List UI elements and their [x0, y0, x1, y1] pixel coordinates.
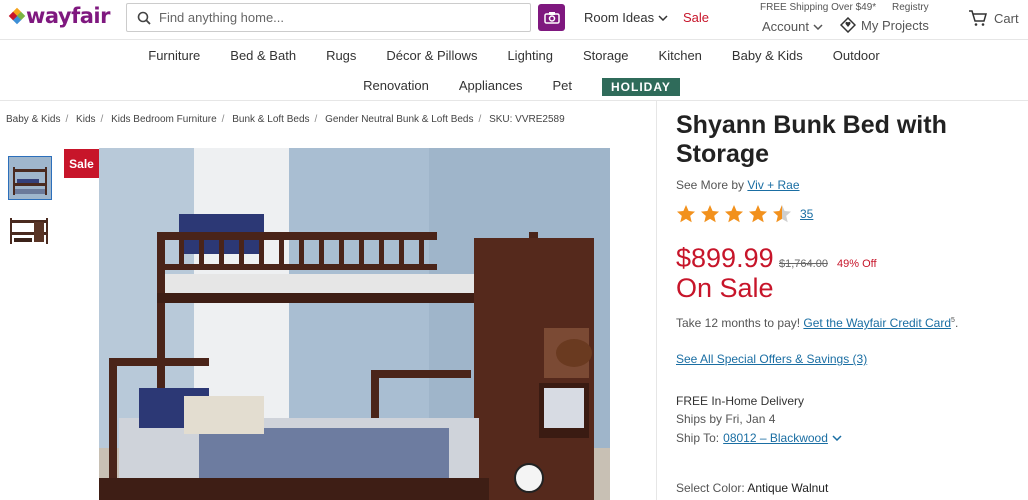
room-ideas-menu[interactable]: Room Ideas [584, 10, 668, 25]
credit-card-link[interactable]: Get the Wayfair Credit Card [803, 316, 951, 330]
star-rating-icon [677, 205, 791, 223]
thumbnail-image [8, 210, 50, 252]
breadcrumb-separator: / [100, 114, 104, 125]
nav-item-outdoor[interactable]: Outdoor [818, 48, 895, 63]
breadcrumb-item[interactable]: Kids Bedroom Furniture [111, 114, 217, 125]
camera-icon [543, 12, 560, 24]
logo-text: wayfair [26, 4, 110, 28]
breadcrumb-item[interactable]: Baby & Kids [6, 114, 60, 125]
bunk-bed-photo [99, 148, 610, 500]
breadcrumb-separator: / [65, 114, 69, 125]
product-title: Shyann Bunk Bed with Storage [676, 111, 947, 168]
sale-link[interactable]: Sale [683, 10, 709, 25]
nav-item-kitchen[interactable]: Kitchen [644, 48, 717, 63]
delivery-text: FREE In-Home Delivery [676, 394, 805, 408]
chevron-down-icon [658, 14, 668, 21]
free-shipping-text: FREE Shipping Over $49* [760, 2, 877, 13]
credit-offer: Take 12 months to pay! Get the Wayfair C… [676, 316, 958, 330]
breadcrumb-separator: / [221, 114, 225, 125]
see-more-prefix: See More by [676, 178, 745, 192]
cart-label: Cart [994, 10, 1019, 26]
rating-count-link[interactable]: 35 [800, 207, 813, 221]
nav-item-renovation[interactable]: Renovation [348, 78, 444, 96]
rating-stars[interactable]: 35 [676, 204, 813, 224]
my-projects-link[interactable]: My Projects [840, 17, 929, 33]
search-icon [137, 11, 151, 25]
category-nav-row-2: Renovation Appliances Pet HOLIDAY [0, 78, 1028, 96]
search-bar [126, 3, 531, 32]
breadcrumb-item[interactable]: Gender Neutral Bunk & Loft Beds [325, 114, 473, 125]
logo-pinwheel-icon [8, 7, 26, 25]
select-color-label: Select Color: [676, 481, 745, 495]
sku-text: SKU: VVRE2589 [489, 114, 565, 125]
credit-suffix: . [954, 316, 959, 330]
nav-item-storage[interactable]: Storage [568, 48, 644, 63]
ships-by-text: Ships by Fri, Jan 4 [676, 412, 776, 426]
ship-to: Ship To: 08012 – Blackwood [676, 431, 842, 445]
original-price: $1,764.00 [779, 258, 828, 270]
nav-item-pet[interactable]: Pet [537, 78, 587, 96]
breadcrumb-separator: / [314, 114, 318, 125]
nav-item-holiday[interactable]: HOLIDAY [602, 78, 680, 96]
column-divider [656, 101, 657, 500]
select-color-value: Antique Walnut [747, 481, 829, 495]
product-main-image[interactable] [99, 148, 610, 500]
credit-prefix: Take 12 months to pay! [676, 316, 801, 330]
nav-item-lighting[interactable]: Lighting [492, 48, 568, 63]
sale-badge: Sale [64, 149, 99, 178]
breadcrumb-item[interactable]: Bunk & Loft Beds [232, 114, 309, 125]
on-sale-label: On Sale [676, 273, 774, 303]
ship-to-zip-link[interactable]: 08012 – Blackwood [723, 431, 828, 445]
account-menu[interactable]: Account [762, 19, 823, 34]
breadcrumb-item[interactable]: Kids [76, 114, 95, 125]
see-more-by: See More by Viv + Rae [676, 178, 800, 192]
thumbnail-1[interactable] [8, 156, 52, 200]
nav-item-furniture[interactable]: Furniture [133, 48, 215, 63]
thumbnail-image [9, 157, 51, 199]
registry-link[interactable]: Registry [892, 2, 929, 13]
special-offers-link[interactable]: See All Special Offers & Savings (3) [676, 352, 867, 366]
wayfair-logo[interactable]: wayfair [8, 4, 110, 28]
chevron-down-icon [813, 23, 823, 30]
breadcrumb: Baby & Kids / Kids / Kids Bedroom Furnitur… [6, 114, 565, 125]
nav-item-bed-bath[interactable]: Bed & Bath [215, 48, 311, 63]
cart-button[interactable]: Cart [968, 9, 1019, 27]
breadcrumb-separator: / [478, 114, 482, 125]
sale-price: $899.99 [676, 243, 774, 273]
brand-link[interactable]: Viv + Rae [747, 178, 799, 192]
percent-off: 49% Off [837, 258, 877, 270]
search-input[interactable] [159, 4, 519, 31]
nav-item-baby-kids[interactable]: Baby & Kids [717, 48, 818, 63]
category-nav-row-1: Furniture Bed & Bath Rugs Décor & Pillow… [0, 48, 1028, 63]
projects-icon [840, 17, 856, 33]
cart-icon [969, 10, 987, 26]
nav-item-decor-pillows[interactable]: Décor & Pillows [371, 48, 492, 63]
select-color: Select Color: Antique Walnut [676, 481, 828, 495]
chevron-down-icon[interactable] [832, 435, 842, 441]
visual-search-button[interactable] [538, 4, 565, 31]
room-ideas-label: Room Ideas [584, 10, 655, 25]
ship-to-label: Ship To: [676, 431, 720, 445]
nav-item-rugs[interactable]: Rugs [311, 48, 371, 63]
thumbnail-2[interactable] [8, 210, 52, 254]
site-header: wayfair Room Ideas Sale FREE Shipping Ov… [0, 0, 1028, 40]
my-projects-label: My Projects [861, 17, 929, 33]
nav-item-appliances[interactable]: Appliances [444, 78, 538, 96]
nav-divider [0, 100, 1028, 101]
account-label: Account [762, 19, 809, 34]
